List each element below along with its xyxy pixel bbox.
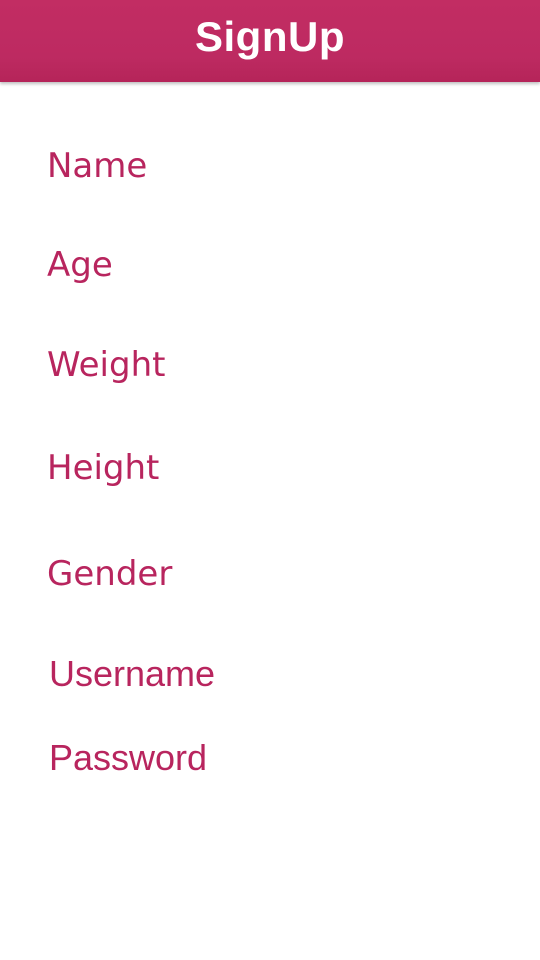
username-field[interactable]: Username (49, 654, 215, 694)
gender-field[interactable]: Gender (47, 554, 172, 594)
weight-field[interactable]: Weight (47, 345, 165, 385)
page-title: SignUp (195, 13, 345, 60)
name-field[interactable]: Name (47, 146, 147, 186)
height-field[interactable]: Height (47, 448, 159, 488)
age-field[interactable]: Age (47, 245, 113, 285)
password-field[interactable]: Password (49, 738, 207, 778)
app-header: SignUp (0, 0, 540, 82)
